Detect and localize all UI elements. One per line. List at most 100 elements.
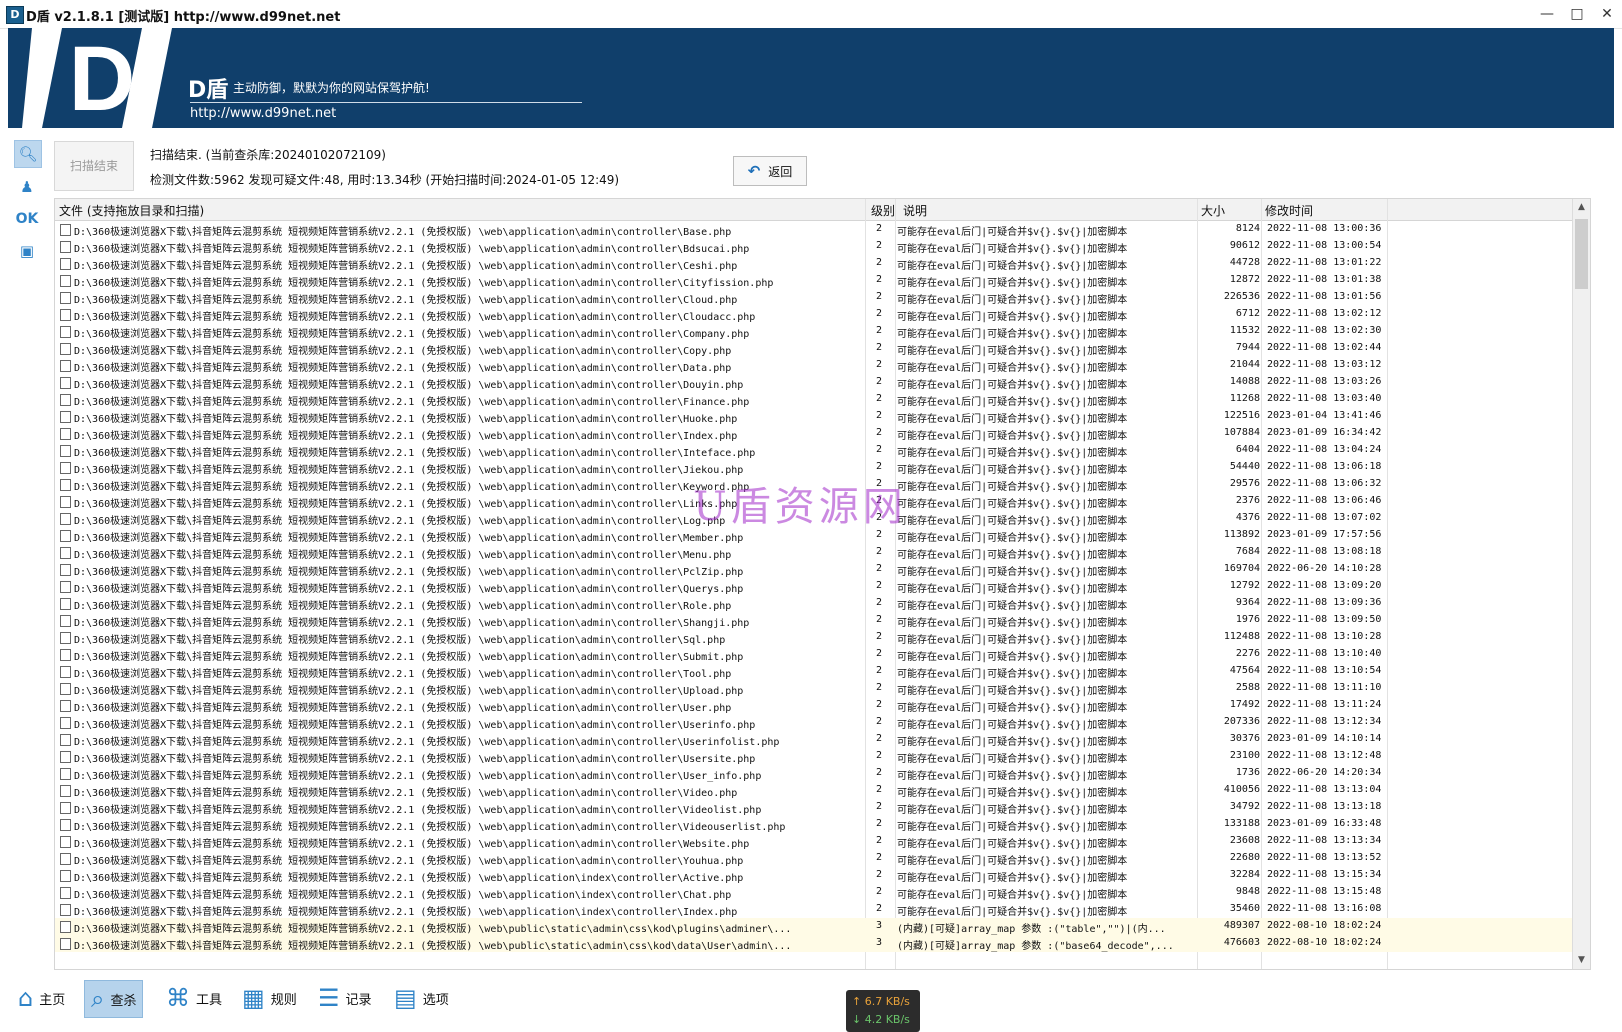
nav-rules[interactable]: ▦ 规则 (236, 980, 303, 1016)
table-row[interactable]: D:\360极速浏览器X下载\抖音矩阵云混剪系统 短视频矩阵营销系统V2.2.1… (55, 833, 1590, 850)
file-size: 2276 (1235, 648, 1260, 659)
scroll-thumb[interactable] (1575, 219, 1588, 289)
nav-logs[interactable]: ☰ 记录 (312, 980, 378, 1016)
threat-description: 可能存在eval后门|可疑合并$v{}.$v{}|加密脚本 (897, 890, 1128, 901)
threat-description: 可能存在eval后门|可疑合并$v{}.$v{}|加密脚本 (897, 618, 1128, 629)
person-icon[interactable]: ♟ (14, 174, 40, 200)
table-row[interactable]: D:\360极速浏览器X下载\抖音矩阵云混剪系统 短视频矩阵营销系统V2.2.1… (55, 595, 1590, 612)
table-row[interactable]: D:\360极速浏览器X下载\抖音矩阵云混剪系统 短视频矩阵营销系统V2.2.1… (55, 340, 1590, 357)
nav-scan[interactable]: ⌕ 查杀 (84, 980, 144, 1018)
table-row[interactable]: D:\360极速浏览器X下载\抖音矩阵云混剪系统 短视频矩阵营销系统V2.2.1… (55, 612, 1590, 629)
table-row[interactable]: D:\360极速浏览器X下载\抖音矩阵云混剪系统 短视频矩阵营销系统V2.2.1… (55, 799, 1590, 816)
table-row[interactable]: D:\360极速浏览器X下载\抖音矩阵云混剪系统 短视频矩阵营销系统V2.2.1… (55, 901, 1590, 918)
table-row[interactable]: D:\360极速浏览器X下载\抖音矩阵云混剪系统 短视频矩阵营销系统V2.2.1… (55, 374, 1590, 391)
column-mtime[interactable]: 修改时间 (1265, 202, 1313, 219)
table-row[interactable]: D:\360极速浏览器X下载\抖音矩阵云混剪系统 短视频矩阵营销系统V2.2.1… (55, 646, 1590, 663)
search-icon[interactable]: 🔍︎ (14, 140, 42, 168)
risk-level: 2 (875, 308, 883, 319)
nav-options[interactable]: ▤ 选项 (388, 980, 455, 1016)
table-row[interactable]: D:\360极速浏览器X下载\抖音矩阵云混剪系统 短视频矩阵营销系统V2.2.1… (55, 867, 1590, 884)
risk-level: 2 (875, 733, 883, 744)
table-row[interactable]: D:\360极速浏览器X下载\抖音矩阵云混剪系统 短视频矩阵营销系统V2.2.1… (55, 731, 1590, 748)
table-row[interactable]: D:\360极速浏览器X下载\抖音矩阵云混剪系统 短视频矩阵营销系统V2.2.1… (55, 425, 1590, 442)
table-row[interactable]: D:\360极速浏览器X下载\抖音矩阵云混剪系统 短视频矩阵营销系统V2.2.1… (55, 442, 1590, 459)
table-row[interactable]: D:\360极速浏览器X下载\抖音矩阵云混剪系统 短视频矩阵营销系统V2.2.1… (55, 255, 1590, 272)
risk-level: 2 (875, 478, 883, 489)
modified-time: 2022-11-08 13:15:34 (1267, 869, 1382, 880)
table-row[interactable]: D:\360极速浏览器X下载\抖音矩阵云混剪系统 短视频矩阵营销系统V2.2.1… (55, 578, 1590, 595)
table-row[interactable]: D:\360极速浏览器X下载\抖音矩阵云混剪系统 短视频矩阵营销系统V2.2.1… (55, 544, 1590, 561)
scan-end-button[interactable]: 扫描结束 (54, 141, 134, 191)
table-row[interactable]: D:\360极速浏览器X下载\抖音矩阵云混剪系统 短视频矩阵营销系统V2.2.1… (55, 408, 1590, 425)
file-size: 14088 (1229, 376, 1260, 387)
table-row[interactable]: D:\360极速浏览器X下载\抖音矩阵云混剪系统 短视频矩阵营销系统V2.2.1… (55, 663, 1590, 680)
scan-summary: 检测文件数:5962 发现可疑文件:48, 用时:13.34秒 (开始扫描时间:… (150, 173, 620, 187)
file-size: 6712 (1235, 308, 1260, 319)
table-header: 文件 (支持拖放目录和扫描) 级别 说明 大小 修改时间 (55, 199, 1590, 221)
file-size: 410056 (1223, 784, 1260, 795)
table-row[interactable]: D:\360极速浏览器X下载\抖音矩阵云混剪系统 短视频矩阵营销系统V2.2.1… (55, 680, 1590, 697)
file-path: D:\360极速浏览器X下载\抖音矩阵云混剪系统 短视频矩阵营销系统V2.2.1… (74, 703, 732, 714)
nav-tools[interactable]: ⌘ 工具 (160, 980, 228, 1016)
table-row[interactable]: D:\360极速浏览器X下载\抖音矩阵云混剪系统 短视频矩阵营销系统V2.2.1… (55, 884, 1590, 901)
site-url[interactable]: http://www.d99net.net (190, 106, 336, 121)
back-button[interactable]: ↶ 返回 (733, 156, 807, 186)
table-row[interactable]: D:\360极速浏览器X下载\抖音矩阵云混剪系统 短视频矩阵营销系统V2.2.1… (55, 476, 1590, 493)
table-row[interactable]: D:\360极速浏览器X下载\抖音矩阵云混剪系统 短视频矩阵营销系统V2.2.1… (55, 782, 1590, 799)
scroll-up-icon[interactable]: ▲ (1573, 199, 1590, 216)
file-path: D:\360极速浏览器X下载\抖音矩阵云混剪系统 短视频矩阵营销系统V2.2.1… (74, 278, 774, 289)
nav-options-label: 选项 (422, 992, 449, 1008)
table-row[interactable]: D:\360极速浏览器X下载\抖音矩阵云混剪系统 短视频矩阵营销系统V2.2.1… (55, 935, 1590, 952)
table-row[interactable]: D:\360极速浏览器X下载\抖音矩阵云混剪系统 短视频矩阵营销系统V2.2.1… (55, 221, 1590, 238)
table-row[interactable]: D:\360极速浏览器X下载\抖音矩阵云混剪系统 短视频矩阵营销系统V2.2.1… (55, 238, 1590, 255)
table-row[interactable]: D:\360极速浏览器X下载\抖音矩阵云混剪系统 短视频矩阵营销系统V2.2.1… (55, 561, 1590, 578)
column-size[interactable]: 大小 (1201, 202, 1225, 219)
table-row[interactable]: D:\360极速浏览器X下载\抖音矩阵云混剪系统 短视频矩阵营销系统V2.2.1… (55, 918, 1590, 935)
table-row[interactable]: D:\360极速浏览器X下载\抖音矩阵云混剪系统 短视频矩阵营销系统V2.2.1… (55, 850, 1590, 867)
vertical-scrollbar[interactable]: ▲ ▼ (1572, 199, 1590, 969)
scroll-down-icon[interactable]: ▼ (1573, 952, 1590, 969)
column-file[interactable]: 文件 (支持拖放目录和扫描) (59, 202, 204, 219)
risk-level: 2 (875, 410, 883, 421)
frame-icon[interactable]: ▣ (14, 238, 40, 264)
table-row[interactable]: D:\360极速浏览器X下载\抖音矩阵云混剪系统 短视频矩阵营销系统V2.2.1… (55, 323, 1590, 340)
table-row[interactable]: D:\360极速浏览器X下载\抖音矩阵云混剪系统 短视频矩阵营销系统V2.2.1… (55, 459, 1590, 476)
table-row[interactable]: D:\360极速浏览器X下载\抖音矩阵云混剪系统 短视频矩阵营销系统V2.2.1… (55, 697, 1590, 714)
file-path: D:\360极速浏览器X下载\抖音矩阵云混剪系统 短视频矩阵营销系统V2.2.1… (74, 295, 738, 306)
undo-icon: ↶ (747, 162, 761, 180)
table-row[interactable]: D:\360极速浏览器X下载\抖音矩阵云混剪系统 短视频矩阵营销系统V2.2.1… (55, 629, 1590, 646)
modified-time: 2022-11-08 13:02:44 (1267, 342, 1382, 353)
table-row[interactable]: D:\360极速浏览器X下载\抖音矩阵云混剪系统 短视频矩阵营销系统V2.2.1… (55, 714, 1590, 731)
close-button[interactable]: ✕ (1592, 0, 1622, 28)
column-desc[interactable]: 说明 (903, 202, 927, 219)
file-icon (60, 904, 71, 916)
table-row[interactable]: D:\360极速浏览器X下载\抖音矩阵云混剪系统 短视频矩阵营销系统V2.2.1… (55, 748, 1590, 765)
table-row[interactable]: D:\360极速浏览器X下载\抖音矩阵云混剪系统 短视频矩阵营销系统V2.2.1… (55, 765, 1590, 782)
nav-home[interactable]: ⌂ 主页 (12, 980, 71, 1016)
risk-level: 2 (875, 257, 883, 268)
column-level[interactable]: 级别 (871, 202, 895, 219)
threat-description: 可能存在eval后门|可疑合并$v{}.$v{}|加密脚本 (897, 720, 1128, 731)
risk-level: 2 (875, 801, 883, 812)
modified-time: 2022-11-08 13:02:12 (1267, 308, 1382, 319)
table-row[interactable]: D:\360极速浏览器X下载\抖音矩阵云混剪系统 短视频矩阵营销系统V2.2.1… (55, 272, 1590, 289)
table-row[interactable]: D:\360极速浏览器X下载\抖音矩阵云混剪系统 短视频矩阵营销系统V2.2.1… (55, 306, 1590, 323)
ok-icon[interactable]: OK (14, 206, 40, 232)
table-row[interactable]: D:\360极速浏览器X下载\抖音矩阵云混剪系统 短视频矩阵营销系统V2.2.1… (55, 527, 1590, 544)
table-row[interactable]: D:\360极速浏览器X下载\抖音矩阵云混剪系统 短视频矩阵营销系统V2.2.1… (55, 289, 1590, 306)
risk-level: 2 (875, 767, 883, 778)
table-row[interactable]: D:\360极速浏览器X下载\抖音矩阵云混剪系统 短视频矩阵营销系统V2.2.1… (55, 493, 1590, 510)
file-size: 34792 (1229, 801, 1260, 812)
file-size: 29576 (1229, 478, 1260, 489)
table-row[interactable]: D:\360极速浏览器X下载\抖音矩阵云混剪系统 短视频矩阵营销系统V2.2.1… (55, 357, 1590, 374)
file-icon (60, 870, 71, 882)
file-size: 32284 (1229, 869, 1260, 880)
results-table: 文件 (支持拖放目录和扫描) 级别 说明 大小 修改时间 D:\360极速浏览器… (54, 198, 1591, 970)
table-row[interactable]: D:\360极速浏览器X下载\抖音矩阵云混剪系统 短视频矩阵营销系统V2.2.1… (55, 816, 1590, 833)
maximize-button[interactable]: □ (1562, 0, 1592, 28)
file-path: D:\360极速浏览器X下载\抖音矩阵云混剪系统 短视频矩阵营销系统V2.2.1… (74, 567, 744, 578)
table-row[interactable]: D:\360极速浏览器X下载\抖音矩阵云混剪系统 短视频矩阵营销系统V2.2.1… (55, 391, 1590, 408)
table-row[interactable]: D:\360极速浏览器X下载\抖音矩阵云混剪系统 短视频矩阵营销系统V2.2.1… (55, 510, 1590, 527)
minimize-button[interactable]: — (1532, 0, 1562, 28)
header-banner: D D盾 主动防御，默默为你的网站保驾护航! http://www.d99net… (8, 28, 1614, 128)
